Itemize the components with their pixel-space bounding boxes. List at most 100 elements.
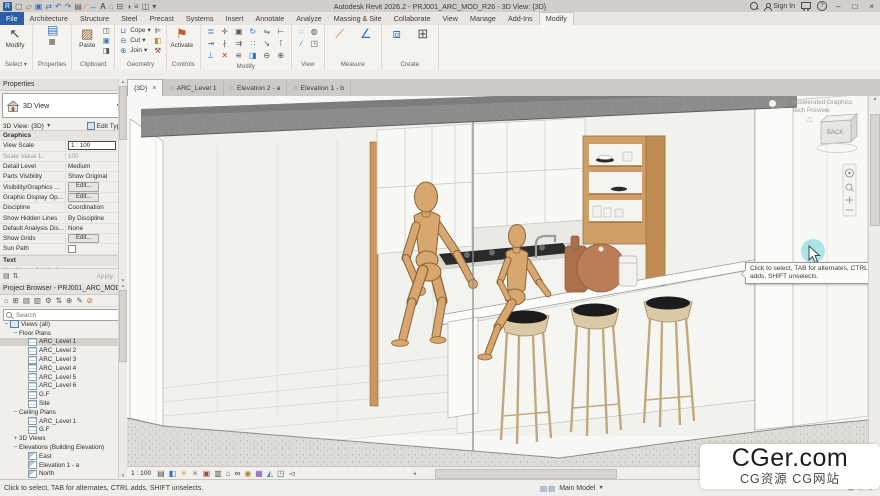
expander-icon[interactable]: − (12, 409, 19, 416)
properties-scrollbar[interactable]: ▲▼ (118, 79, 127, 283)
type-selector[interactable]: 3D View ▼ (2, 93, 125, 118)
property-row[interactable]: Graphic Display Op...Edit... (0, 193, 119, 203)
tree-item[interactable]: North (0, 470, 119, 478)
align-icon[interactable]: ≣ (204, 26, 218, 38)
cart-icon[interactable] (801, 2, 811, 9)
hide-icon[interactable]: ◌ (295, 26, 308, 38)
value-input[interactable]: 1 : 100 (68, 141, 116, 150)
ribbon-tab-collaborate[interactable]: Collaborate (388, 12, 437, 25)
tree-item[interactable]: −Views (all) (0, 320, 119, 329)
temporary-hide-isolate-icon[interactable]: ∞ (235, 468, 241, 480)
ribbon-tab-insert[interactable]: Insert (219, 12, 249, 25)
offset-icon[interactable]: ⇉ (232, 38, 246, 50)
split-icon[interactable]: ∤ (218, 38, 232, 50)
property-value[interactable]: Edit... (65, 193, 119, 203)
extend-icon[interactable]: ⇥ (204, 38, 218, 50)
visual-style-icon[interactable]: ◧ (169, 468, 177, 480)
save-icon[interactable]: ▣ (35, 1, 43, 12)
reveal-constraints-icon[interactable]: ◅ (289, 468, 295, 480)
property-value[interactable]: Edit... (65, 182, 119, 192)
beam-icon[interactable]: ⊫ (153, 26, 163, 35)
property-row[interactable]: Default Analysis Dis...None (0, 224, 119, 234)
ribbon-tab-add-ins[interactable]: Add-Ins (502, 12, 539, 25)
open-file-icon[interactable]: ▱ (26, 1, 32, 12)
tree-item[interactable]: Elevation 1 - a (0, 461, 119, 470)
cut-geometry-icon[interactable]: ⊖ (260, 50, 274, 62)
close-button[interactable]: × (866, 2, 877, 11)
sun-path-icon[interactable]: ☀ (180, 468, 187, 480)
properties-help-icon[interactable]: ▤ (3, 272, 10, 280)
property-value[interactable]: Medium (65, 163, 119, 170)
close-tab-icon[interactable]: × (152, 85, 156, 92)
default-3d-view-icon[interactable]: ⌂ (109, 1, 114, 12)
search-icon[interactable] (750, 2, 758, 10)
tree-item[interactable]: −Elevations (Building Elevation) (0, 443, 119, 452)
shadows-icon[interactable]: ☀ (191, 468, 198, 480)
copy-icon[interactable]: ▣ (232, 26, 246, 38)
settings-icon[interactable]: ⚙ (45, 296, 52, 305)
qat-menu-icon[interactable]: ▾ (152, 1, 156, 12)
accelerated-graphics-toggle[interactable]: Accelerated Graphics Tech Preview (768, 99, 852, 114)
create-similar-button[interactable]: ⊞ (411, 26, 435, 41)
left-wall[interactable] (130, 119, 163, 426)
measure-icon[interactable]: ∕ (85, 1, 86, 12)
modify-button[interactable]: ↖ Modify (3, 26, 27, 49)
list-icon[interactable]: ▤ (23, 296, 30, 305)
tree-item[interactable]: +3D Views (0, 434, 119, 443)
tree-item[interactable]: −Ceiling Plans (0, 408, 119, 417)
tree-item[interactable]: ARC_Level 4 (0, 364, 119, 373)
properties-palette-icon[interactable]: ▤ (47, 26, 57, 35)
toggle-panel-icon[interactable]: ⇅ (13, 272, 19, 280)
ribbon-tab-view[interactable]: View (437, 12, 464, 25)
pin-icon[interactable]: ⊺ (274, 38, 288, 50)
show-analytical-model-icon[interactable]: ◭ (267, 468, 273, 480)
view-tab[interactable]: ⌂ARC_Level 1 (163, 81, 223, 96)
linework-icon[interactable]: ∕ (295, 38, 308, 50)
expander-icon[interactable]: − (3, 321, 10, 328)
tree-item[interactable]: −Floor Plans (0, 329, 119, 338)
mirror-icon[interactable]: ⇋ (260, 26, 274, 38)
minimize-button[interactable]: – (833, 2, 843, 11)
tree-item[interactable]: ARC_Level 6 (0, 382, 119, 391)
edit-button[interactable]: Edit... (68, 234, 99, 244)
join-button[interactable]: ⊕Join ▾ (118, 46, 151, 55)
property-value[interactable]: None (65, 225, 119, 232)
print-icon[interactable]: ▤ (74, 1, 82, 12)
property-value[interactable]: 100 (65, 153, 119, 160)
reveal-hidden-elements-icon[interactable]: ◉ (244, 468, 251, 480)
tree-item[interactable]: Site (0, 399, 119, 408)
restore-button[interactable]: □ (849, 2, 860, 11)
view-tab[interactable]: ⌂Elevation 1 - b (287, 81, 351, 96)
ribbon-tab-file[interactable]: File (0, 12, 24, 25)
create-group-button[interactable]: ⧈ (385, 26, 409, 41)
workset-selector[interactable]: ▤▤ Main Model ▼ (540, 484, 604, 493)
properties-header[interactable]: Properties × (0, 79, 127, 91)
ribbon-tab-steel[interactable]: Steel (115, 12, 143, 25)
expander-icon[interactable]: + (12, 435, 19, 442)
override-icon[interactable]: ◍ (308, 26, 321, 38)
property-row[interactable]: Detail LevelMedium (0, 162, 119, 172)
property-row[interactable]: Sun Path (0, 244, 119, 254)
apply-button[interactable]: Apply (97, 273, 117, 280)
dimension-button[interactable]: ∠ (354, 26, 378, 41)
worksharing-display-icon[interactable]: ▤ (540, 484, 547, 493)
ribbon-tab-manage[interactable]: Manage (464, 12, 502, 25)
switch-windows-icon[interactable]: ◫ (142, 1, 150, 12)
ribbon-tab-annotate[interactable]: Annotate (249, 12, 290, 25)
thin-lines-icon[interactable]: ≡ (134, 1, 139, 12)
editing-requests-icon[interactable]: ▤ (548, 484, 555, 493)
aligned-dimension-icon[interactable]: ↔ (89, 1, 97, 12)
cut-icon[interactable]: ◫ (101, 26, 111, 35)
view-tab[interactable]: {3D}× (127, 79, 163, 96)
ribbon-tab-analyze[interactable]: Analyze (290, 12, 328, 25)
tree-item[interactable]: G.F (0, 390, 119, 399)
properties-section-header[interactable]: Graphics (0, 130, 119, 141)
ribbon-tab-systems[interactable]: Systems (180, 12, 220, 25)
sync-icon[interactable]: ⇄ (45, 1, 52, 12)
property-row[interactable]: View Scale1 : 100 (0, 141, 119, 151)
drawing-area[interactable]: ⌂ BACK Accelerated Graphics (127, 96, 868, 466)
highlight-displacement-sets-icon[interactable]: ◳ (277, 468, 285, 480)
search-input[interactable] (14, 311, 108, 320)
tree-item[interactable]: ARC_Level 5 (0, 373, 119, 382)
tree-item[interactable]: ARC_Level 1 (0, 338, 119, 347)
